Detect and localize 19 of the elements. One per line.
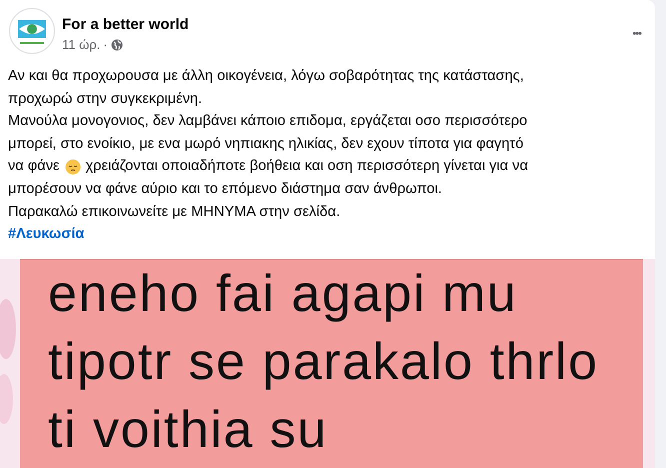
message-text: tipotr se parakalo thrlo bbox=[48, 332, 600, 393]
more-options-button[interactable]: ••• bbox=[628, 26, 645, 42]
hashtag-link[interactable]: #Λευκωσία bbox=[8, 223, 84, 246]
post-text: Μανούλα μονογονιος, δεν λαμβάνει κάποιο επιδομα, εργάζεται οσο περισσότερο bbox=[8, 112, 528, 132]
separator-dot: · bbox=[103, 37, 108, 52]
post-text: Αν και θα προχωρουσα με άλλη οικογένεια, λόγω σοβαρότητας της κατάστασης, bbox=[8, 67, 524, 86]
post-text: χρειάζονται οποιαδήποτε βοήθεια και οση περισσότερη γίνεται για να bbox=[86, 157, 528, 176]
post-text: Παρακαλώ επικοινωνείτε με ΜΗΝΥΜΑ στην σελίδα. bbox=[8, 202, 340, 222]
message-text: eneho fai agapi mu bbox=[48, 264, 518, 325]
sad-face-icon bbox=[64, 158, 80, 175]
post-text: προχωρώ στην συγκεκριμένη. bbox=[8, 90, 202, 109]
message-text: ti voithia su bbox=[48, 400, 329, 461]
post-text: να φάνε bbox=[8, 157, 60, 176]
author-name[interactable]: For a better world bbox=[62, 16, 622, 33]
globe-icon bbox=[110, 38, 123, 50]
eye-logo-icon[interactable] bbox=[9, 8, 55, 54]
post-text: μπορέσουν να φάνε αύριο και το επόμενο διάστημα σαν άνθρωποι. bbox=[8, 180, 442, 199]
post-time[interactable]: 11 ώρ. bbox=[62, 37, 100, 52]
post-text: μπορεί, στο ενοίκιο, με ενα μωρό νηπιακης ηλικίας, δεν εχουν τίποτα για φαγητό bbox=[8, 134, 524, 154]
